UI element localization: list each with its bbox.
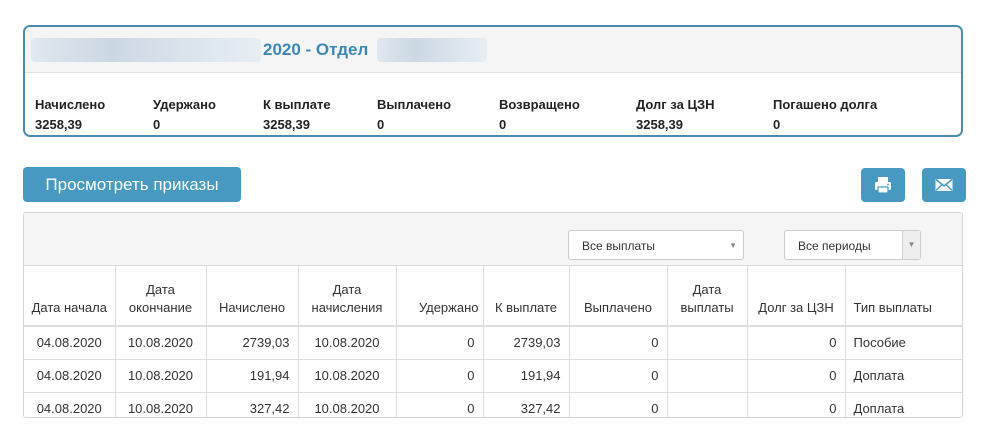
- redacted-name-right: [377, 38, 487, 62]
- view-orders-button[interactable]: Просмотреть приказы: [23, 167, 241, 202]
- stat-returned: Возвращено 0: [499, 95, 580, 135]
- table-header-row: Дата начала Дата окончание Начислено Дат…: [24, 266, 962, 327]
- cell-start-date: 04.08.2020: [24, 326, 116, 360]
- stat-label: Возвращено: [499, 97, 580, 112]
- col-end-date[interactable]: Дата окончание: [115, 266, 207, 327]
- cell-accrual-date: 10.08.2020: [298, 359, 397, 393]
- stat-value: 3258,39: [263, 117, 310, 132]
- cell-accrual-date: 10.08.2020: [298, 326, 397, 360]
- summary-header: 2020 - Отдел: [25, 27, 961, 73]
- redacted-name-left: [31, 38, 261, 62]
- cell-paid: 0: [569, 392, 668, 417]
- stat-debt-repaid: Погашено долга 0: [773, 95, 877, 135]
- cell-to-pay: 2739,03: [483, 326, 570, 360]
- col-debt[interactable]: Долг за ЦЗН: [747, 266, 846, 327]
- stat-value: 0: [773, 117, 781, 132]
- summary-title: 2020 - Отдел: [263, 40, 369, 59]
- cell-payment-type: Доплата: [853, 401, 905, 416]
- payments-filter-value: Все выплаты: [582, 239, 656, 253]
- stat-value: 0: [153, 117, 161, 132]
- cell-end-date: 10.08.2020: [115, 392, 207, 417]
- periods-filter-value: Все периоды: [798, 239, 871, 253]
- stat-label: Долг за ЦЗН: [636, 97, 715, 112]
- cell-withheld: 0: [396, 326, 484, 360]
- stat-value: 3258,39: [35, 117, 82, 132]
- cell-payment-date: [667, 326, 748, 360]
- cell-end-date: 10.08.2020: [115, 359, 207, 393]
- cell-paid: 0: [569, 326, 668, 360]
- cell-payment-type: Пособие: [845, 326, 962, 360]
- cell-end-date: 10.08.2020: [115, 326, 207, 360]
- col-withheld[interactable]: Удержано: [396, 266, 484, 327]
- cell-to-pay: 191,94: [483, 359, 570, 393]
- stat-value: 3258,39: [636, 117, 683, 132]
- email-button[interactable]: [922, 168, 966, 202]
- stat-label: Удержано: [153, 97, 216, 112]
- cell-start-date: 04.08.2020: [24, 392, 116, 417]
- stat-paid: Выплачено 0: [377, 95, 451, 135]
- cell-debt: 0: [747, 359, 846, 393]
- cell-payment-date: [667, 359, 748, 393]
- cell-accrual-date: 10.08.2020: [298, 392, 397, 417]
- filter-bar: Все выплаты ▼ Все периоды ▼: [24, 213, 962, 266]
- stat-value: 0: [499, 117, 507, 132]
- cell-payment-type: Доплата: [845, 359, 962, 393]
- payments-table: Дата начала Дата окончание Начислено Дат…: [24, 266, 962, 417]
- caret-down-icon: ▼: [729, 241, 737, 250]
- stat-value: 0: [377, 117, 385, 132]
- cell-withheld: 0: [396, 392, 484, 417]
- col-start-date[interactable]: Дата начала: [24, 266, 116, 327]
- col-payment-type[interactable]: Тип выплаты: [845, 266, 962, 327]
- payments-table-panel: Все выплаты ▼ Все периоды ▼ Дата начала …: [23, 212, 963, 418]
- col-accrued[interactable]: Начислено: [206, 266, 299, 327]
- stat-debt: Долг за ЦЗН 3258,39: [636, 95, 714, 135]
- col-payment-date[interactable]: Дата выплаты: [667, 266, 748, 327]
- periods-filter-select[interactable]: Все периоды ▼: [784, 230, 921, 260]
- summary-panel: 2020 - Отдел Начислено 3258,39 Удержано …: [23, 25, 963, 137]
- cell-debt: 0: [747, 392, 846, 417]
- envelope-icon: [935, 178, 953, 191]
- cell-paid: 0: [569, 359, 668, 393]
- table-row: 04.08.2020 10.08.2020 327,42 10.08.2020 …: [24, 392, 962, 417]
- cell-to-pay: 327,42: [483, 392, 570, 417]
- stat-label: Погашено долга: [773, 97, 878, 112]
- cell-start-date: 04.08.2020: [24, 359, 116, 393]
- cell-accrued: 191,94: [206, 359, 299, 393]
- stat-accrued: Начислено 3258,39: [35, 95, 105, 135]
- table-row: 04.08.2020 10.08.2020 191,94 10.08.2020 …: [24, 359, 962, 393]
- caret-down-icon: ▼: [902, 231, 920, 259]
- cell-accrued: 2739,03: [206, 326, 299, 360]
- cell-withheld: 0: [396, 359, 484, 393]
- col-to-pay[interactable]: К выплате: [483, 266, 570, 327]
- cell-debt: 0: [747, 326, 846, 360]
- printer-icon: [875, 177, 891, 194]
- col-accrual-date[interactable]: Дата начисления: [298, 266, 397, 327]
- cell-accrued: 327,42: [206, 392, 299, 417]
- stat-withheld: Удержано 0: [153, 95, 216, 135]
- table-row: 04.08.2020 10.08.2020 2739,03 10.08.2020…: [24, 326, 962, 360]
- cell-payment-date: [667, 392, 748, 417]
- stat-to-pay: К выплате 3258,39: [263, 95, 331, 135]
- print-button[interactable]: [861, 168, 905, 202]
- stat-label: Выплачено: [377, 97, 452, 112]
- stat-label: К выплате: [263, 97, 331, 112]
- payments-filter-select[interactable]: Все выплаты ▼: [568, 230, 744, 260]
- stat-label: Начислено: [35, 97, 106, 112]
- col-paid[interactable]: Выплачено: [569, 266, 668, 327]
